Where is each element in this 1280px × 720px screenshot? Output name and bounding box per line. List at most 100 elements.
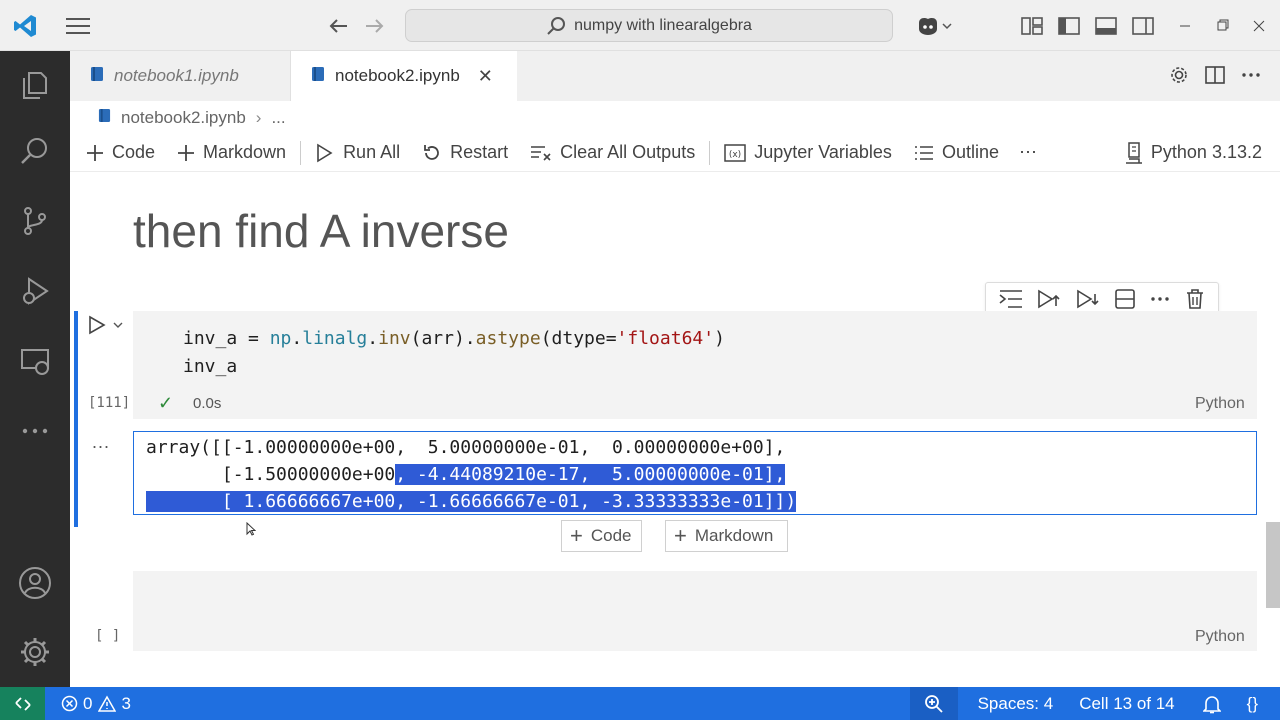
code-cell-editor[interactable]: inv_a = np.linalg.inv(arr).astype(dtype=… bbox=[133, 311, 1257, 419]
tab-notebook2[interactable]: notebook2.ipynb ✕ bbox=[291, 51, 517, 101]
indentation-indicator[interactable]: Spaces: 4 bbox=[970, 687, 1062, 720]
run-cell-button[interactable] bbox=[88, 315, 124, 335]
code-token: (arr). bbox=[410, 328, 476, 349]
run-debug-icon[interactable] bbox=[14, 270, 56, 312]
toggle-primary-sidebar-icon[interactable] bbox=[1056, 13, 1082, 39]
clear-all-outputs-label: Clear All Outputs bbox=[560, 142, 696, 162]
cell-language[interactable]: Python bbox=[1195, 395, 1245, 413]
minimize-icon[interactable] bbox=[1172, 13, 1198, 39]
warning-count: 3 bbox=[121, 693, 131, 713]
insert-markdown-label: Markdown bbox=[694, 526, 774, 545]
scrollbar-thumb[interactable] bbox=[1266, 522, 1280, 608]
source-control-icon[interactable] bbox=[14, 200, 56, 242]
code-token: astype bbox=[475, 328, 541, 349]
svg-text:(x): (x) bbox=[729, 150, 741, 160]
execution-count: [111] bbox=[88, 395, 131, 411]
add-code-cell-button[interactable]: Code bbox=[80, 136, 161, 170]
breadcrumb-more[interactable]: ... bbox=[271, 108, 285, 128]
chevron-right-icon: › bbox=[255, 107, 262, 127]
account-icon[interactable] bbox=[14, 562, 56, 604]
restart-icon bbox=[422, 143, 442, 163]
chevron-down-icon[interactable] bbox=[112, 319, 124, 331]
error-count: 0 bbox=[83, 693, 93, 713]
notebook-file-icon bbox=[98, 108, 111, 128]
remote-indicator[interactable] bbox=[0, 687, 45, 720]
plus-icon bbox=[86, 144, 104, 162]
title-bar: numpy with linearalgebra bbox=[0, 0, 1280, 51]
notifications-bell-icon[interactable] bbox=[1195, 687, 1229, 720]
cell-output[interactable]: array([[-1.00000000e+00, 5.00000000e-01,… bbox=[133, 431, 1257, 515]
plus-icon: + bbox=[570, 523, 583, 548]
split-editor-icon[interactable] bbox=[1204, 64, 1226, 91]
activity-bar bbox=[0, 51, 70, 687]
more-label: ⋯ bbox=[1018, 142, 1037, 162]
kernel-picker[interactable]: Python 3.13.2 bbox=[1119, 136, 1268, 170]
language-mode-indicator[interactable]: {} bbox=[1239, 687, 1266, 720]
markdown-heading[interactable]: then find A inverse bbox=[133, 204, 509, 258]
mouse-cursor-icon bbox=[246, 521, 257, 541]
back-arrow-icon[interactable] bbox=[325, 13, 351, 39]
notebook-file-icon bbox=[90, 66, 104, 87]
code-token: . bbox=[367, 328, 379, 349]
remote-icon bbox=[14, 696, 31, 711]
customize-layout-icon[interactable] bbox=[1019, 13, 1045, 39]
code-token: 'float64' bbox=[616, 328, 715, 349]
settings-gear-icon[interactable] bbox=[14, 631, 56, 673]
jupyter-variables-button[interactable]: (x) Jupyter Variables bbox=[718, 136, 898, 170]
success-check-icon: ✓ bbox=[158, 393, 174, 413]
editor-tab-bar: notebook1.ipynb notebook2.ipynb ✕ bbox=[70, 51, 1280, 101]
execution-time: 0.0s bbox=[193, 395, 222, 412]
vscode-logo-icon bbox=[12, 13, 38, 39]
kernel-label: Python 3.13.2 bbox=[1150, 142, 1262, 162]
explorer-icon[interactable] bbox=[14, 64, 56, 106]
clear-all-outputs-button[interactable]: Clear All Outputs bbox=[524, 136, 701, 170]
forward-arrow-icon[interactable] bbox=[362, 13, 388, 39]
output-text: array([[-1.00000000e+00, 5.00000000e-01,… bbox=[146, 434, 797, 515]
more-actions-icon[interactable] bbox=[1240, 64, 1262, 91]
search-icon bbox=[547, 16, 566, 35]
notebook-settings-gear-icon[interactable] bbox=[1168, 64, 1190, 91]
copilot-icon[interactable] bbox=[912, 13, 956, 39]
breadcrumb-file[interactable]: notebook2.ipynb bbox=[121, 108, 246, 128]
toolbar-divider bbox=[709, 140, 711, 165]
insert-code-cell-button[interactable]: + Code bbox=[561, 520, 642, 552]
breadcrumb: notebook2.ipynb › ... bbox=[70, 101, 1280, 134]
more-views-icon[interactable] bbox=[14, 410, 56, 452]
cell-position-indicator[interactable]: Cell 13 of 14 bbox=[1071, 687, 1182, 720]
run-all-icon bbox=[315, 143, 335, 163]
code-token: (dtype= bbox=[540, 328, 617, 349]
code-token: inv_a bbox=[183, 328, 238, 349]
toolbar-more-button[interactable]: ⋯ bbox=[1013, 136, 1043, 170]
tab-notebook1[interactable]: notebook1.ipynb bbox=[70, 51, 291, 101]
toggle-secondary-sidebar-icon[interactable] bbox=[1130, 13, 1156, 39]
play-icon bbox=[89, 315, 106, 335]
restore-icon[interactable] bbox=[1209, 13, 1235, 39]
restart-button[interactable]: Restart bbox=[416, 136, 514, 170]
close-tab-icon[interactable]: ✕ bbox=[478, 66, 493, 87]
tab-actions bbox=[1168, 64, 1262, 91]
plus-icon: + bbox=[674, 523, 687, 548]
add-markdown-cell-button[interactable]: Markdown bbox=[171, 136, 292, 170]
zoom-indicator[interactable] bbox=[909, 687, 958, 720]
toggle-panel-icon[interactable] bbox=[1093, 13, 1119, 39]
cell-focus-indicator bbox=[74, 311, 78, 527]
remote-explorer-icon[interactable] bbox=[14, 340, 56, 382]
zoom-icon bbox=[924, 694, 943, 713]
command-center-search[interactable]: numpy with linearalgebra bbox=[405, 9, 893, 42]
close-window-icon[interactable] bbox=[1246, 13, 1272, 39]
code-token: inv bbox=[378, 328, 411, 349]
insert-markdown-cell-button[interactable]: + Markdown bbox=[665, 520, 788, 552]
outline-button[interactable]: Outline bbox=[908, 136, 1005, 170]
selected-output-text: , -4.44089210e-17, 5.00000000e-01], bbox=[395, 464, 786, 485]
add-markdown-label: Markdown bbox=[203, 142, 287, 162]
output-more-actions[interactable]: ... bbox=[92, 432, 110, 453]
problems-indicator[interactable]: 0 3 bbox=[53, 687, 139, 720]
menu-icon[interactable] bbox=[65, 13, 91, 39]
kernel-icon bbox=[1125, 141, 1143, 164]
code-line: inv_a = np.linalg.inv(arr).astype(dtype=… bbox=[183, 328, 725, 349]
cell-language[interactable]: Python bbox=[1195, 628, 1245, 646]
run-all-button[interactable]: Run All bbox=[309, 136, 406, 170]
code-token: . bbox=[291, 328, 303, 349]
empty-code-cell[interactable] bbox=[133, 571, 1257, 651]
search-icon[interactable] bbox=[14, 130, 56, 172]
